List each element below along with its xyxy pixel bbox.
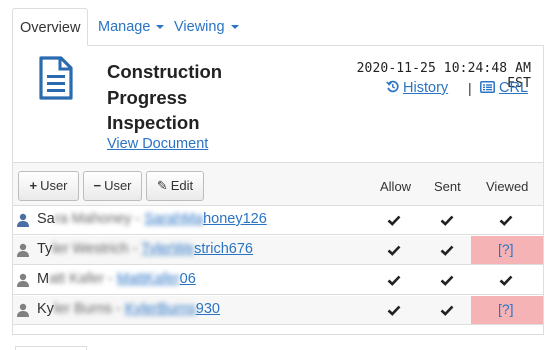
history-link[interactable]: History [386, 80, 448, 96]
user-name-redacted: att Kafer [49, 271, 104, 287]
user-icon [17, 213, 29, 227]
viewed-unknown-link[interactable]: [?] [498, 301, 514, 317]
file-text-icon [39, 56, 73, 100]
table-row: Tyler Westrich - TylerWestrich676 [?] [13, 236, 543, 265]
username-visible: 06 [179, 271, 196, 287]
add-user-label: User [40, 178, 68, 193]
document-title: Construction Progress Inspection [107, 59, 257, 136]
user-name-redacted: ler Burns [53, 301, 112, 317]
tab-overview-label: Overview [20, 20, 81, 36]
username-redacted: TylerWe [141, 241, 195, 257]
document-title-line: Construction [107, 61, 223, 82]
edit-button[interactable]: ✎ Edit [146, 171, 204, 201]
username-link[interactable]: KylerBurns930 [125, 301, 220, 317]
username-link[interactable]: SarahMahoney126 [144, 211, 267, 227]
username-visible: 930 [195, 301, 220, 317]
column-header-allow: Allow [380, 179, 412, 194]
tab-bar: Overview Manage Viewing [0, 0, 550, 46]
caret-down-icon [156, 25, 165, 30]
name-separator: - [128, 241, 142, 257]
add-user-button[interactable]: + User [18, 171, 79, 201]
remove-user-button[interactable]: − User [83, 171, 142, 201]
view-document-link[interactable]: View Document [107, 136, 208, 152]
list-card-icon [480, 81, 495, 93]
username-visible: honey126 [203, 211, 267, 227]
check-icon [387, 305, 401, 316]
user-name-cell: Sara Mahoney - SarahMahoney126 [37, 211, 267, 227]
check-icon [387, 215, 401, 226]
next-section-tab-edge [15, 346, 87, 350]
user-name: M [37, 271, 50, 287]
username-link[interactable]: MattKafer06 [117, 271, 196, 287]
user-name-cell: Kyler Burns - KylerBurns930 [37, 301, 220, 317]
history-label: History [403, 80, 449, 96]
plus-icon: + [29, 178, 38, 193]
user-icon [17, 243, 29, 257]
remove-user-label: User [104, 178, 132, 193]
crl-link[interactable]: CRL [480, 80, 528, 96]
username-redacted: MattKafer [116, 271, 180, 287]
minus-icon: − [93, 178, 102, 193]
table-row: Matt Kafer - MattKafer06 [13, 266, 543, 295]
check-icon [499, 275, 513, 286]
column-header-sent: Sent [434, 179, 461, 194]
name-separator: - [103, 271, 117, 287]
edit-label: Edit [170, 178, 194, 193]
check-icon [440, 215, 454, 226]
viewed-unknown-link[interactable]: [?] [498, 241, 514, 257]
tab-viewing-label: Viewing [174, 19, 225, 35]
viewed-unknown-cell: [?] [471, 236, 543, 264]
user-name-cell: Matt Kafer - MattKafer06 [37, 271, 196, 287]
tab-manage-label: Manage [98, 19, 151, 35]
document-title-line: Progress [107, 86, 188, 108]
history-icon [386, 80, 399, 93]
check-icon [440, 245, 454, 256]
username-redacted: KylerBurns [124, 301, 196, 317]
link-separator: | [468, 80, 472, 96]
check-icon [387, 275, 401, 286]
user-name-redacted: ler Westrich [52, 241, 129, 257]
user-icon [17, 303, 29, 317]
username-link[interactable]: TylerWestrich676 [141, 241, 253, 257]
column-header-viewed: Viewed [486, 179, 529, 194]
user-name: Ty [37, 241, 53, 257]
table-row: Sara Mahoney - SarahMahoney126 [13, 206, 543, 235]
user-name-cell: Tyler Westrich - TylerWestrich676 [37, 241, 253, 257]
viewed-unknown-cell: [?] [471, 296, 543, 324]
name-separator: - [131, 211, 145, 227]
check-icon [440, 305, 454, 316]
check-icon [440, 275, 454, 286]
user-name: Ky [37, 301, 54, 317]
user-name: Sa [37, 211, 55, 227]
username-redacted: SarahMa [144, 211, 204, 227]
name-separator: - [111, 301, 125, 317]
tab-viewing[interactable]: Viewing [166, 8, 247, 46]
caret-down-icon [230, 25, 239, 30]
user-icon [17, 273, 29, 287]
table-row: Kyler Burns - KylerBurns930 [?] [13, 296, 543, 325]
crl-label: CRL [499, 80, 529, 96]
edit-icon: ✎ [156, 178, 168, 193]
tab-overview[interactable]: Overview [12, 8, 88, 46]
check-icon [499, 215, 513, 226]
document-title-line: Inspection [107, 112, 200, 133]
check-icon [387, 245, 401, 256]
tab-manage[interactable]: Manage [90, 8, 172, 46]
user-name-redacted: ra Mahoney [54, 211, 132, 227]
username-visible: strich676 [194, 241, 253, 257]
